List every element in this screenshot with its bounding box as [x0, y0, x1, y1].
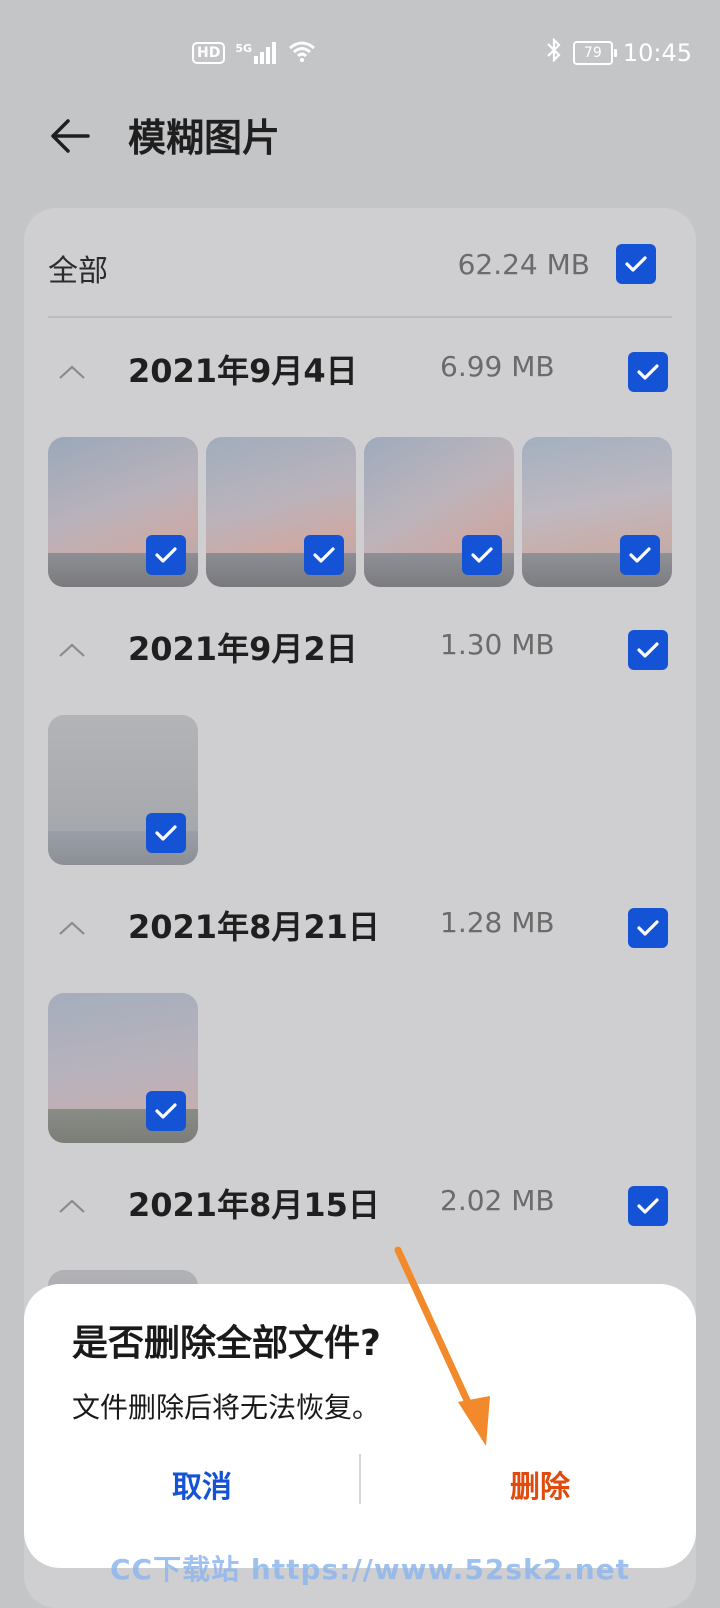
photo-thumbnail[interactable]	[522, 437, 672, 587]
chevron-up-icon[interactable]	[48, 1186, 96, 1226]
group-date: 2021年8月21日	[128, 908, 380, 946]
photo-thumbnail[interactable]	[48, 993, 198, 1143]
checkmark-icon	[155, 1103, 177, 1119]
delete-confirm-dialog: 是否删除全部文件? 文件删除后将无法恢复。 取消 删除	[24, 1284, 696, 1568]
battery-icon: 79	[572, 41, 617, 65]
select-all-checkbox[interactable]	[616, 244, 656, 284]
group-date: 2021年9月4日	[128, 352, 358, 390]
select-all-label: 全部	[48, 254, 108, 289]
signal-icon: 5G	[235, 42, 278, 64]
clock: 10:45	[622, 39, 692, 67]
date-group-header[interactable]: 2021年8月15日 2.02 MB	[48, 1176, 672, 1236]
watermark: CC下载站 https://www.52sk2.net	[110, 1553, 631, 1586]
group-checkbox[interactable]	[628, 908, 668, 948]
dialog-title: 是否删除全部文件?	[72, 1323, 381, 1364]
photo-checkbox[interactable]	[620, 535, 660, 575]
photo-checkbox[interactable]	[146, 1091, 186, 1131]
checkmark-icon	[637, 642, 659, 658]
status-left: HD 5G	[192, 40, 316, 66]
date-group-header[interactable]: 2021年9月4日 6.99 MB	[48, 342, 672, 402]
chevron-up-icon[interactable]	[48, 908, 96, 948]
photo-checkbox[interactable]	[462, 535, 502, 575]
checkmark-icon	[637, 364, 659, 380]
divider	[48, 316, 672, 318]
group-date: 2021年8月15日	[128, 1186, 380, 1224]
bluetooth-icon	[545, 37, 563, 68]
photo-thumbnail[interactable]	[206, 437, 356, 587]
chevron-up-icon[interactable]	[48, 630, 96, 670]
date-group-header[interactable]: 2021年8月21日 1.28 MB	[48, 898, 672, 958]
group-checkbox[interactable]	[628, 1186, 668, 1226]
status-bar: HD 5G 79 10:45	[0, 0, 720, 100]
wifi-icon	[288, 40, 316, 66]
hd-icon: HD	[192, 42, 226, 64]
photo-checkbox[interactable]	[146, 813, 186, 853]
back-arrow-icon[interactable]	[48, 112, 96, 160]
dialog-message: 文件删除后将无法恢复。	[72, 1391, 381, 1424]
group-checkbox[interactable]	[628, 352, 668, 392]
group-checkbox[interactable]	[628, 630, 668, 670]
photo-checkbox[interactable]	[146, 535, 186, 575]
group-size: 2.02 MB	[440, 1184, 555, 1217]
page-title: 模糊图片	[128, 116, 281, 160]
group-date: 2021年9月2日	[128, 630, 358, 668]
group-size: 6.99 MB	[440, 350, 555, 383]
total-size: 62.24 MB	[457, 248, 590, 281]
checkmark-icon	[471, 547, 493, 563]
photo-thumbnail[interactable]	[48, 715, 198, 865]
checkmark-icon	[155, 547, 177, 563]
status-right: 79 10:45	[545, 37, 692, 68]
checkmark-icon	[313, 547, 335, 563]
photo-thumbnail[interactable]	[48, 437, 198, 587]
network-type-label: 5G	[235, 42, 253, 55]
checkmark-icon	[637, 920, 659, 936]
delete-button[interactable]: 删除	[390, 1452, 690, 1516]
select-all-row[interactable]: 全部 62.24 MB	[48, 238, 668, 294]
checkmark-icon	[625, 256, 647, 272]
button-divider	[359, 1454, 361, 1504]
group-size: 1.28 MB	[440, 906, 555, 939]
checkmark-icon	[637, 1198, 659, 1214]
photo-thumbnail[interactable]	[364, 437, 514, 587]
checkmark-icon	[155, 825, 177, 841]
cancel-button[interactable]: 取消	[52, 1452, 352, 1516]
date-group-header[interactable]: 2021年9月2日 1.30 MB	[48, 620, 672, 680]
group-size: 1.30 MB	[440, 628, 555, 661]
chevron-up-icon[interactable]	[48, 352, 96, 392]
photo-checkbox[interactable]	[304, 535, 344, 575]
checkmark-icon	[629, 547, 651, 563]
